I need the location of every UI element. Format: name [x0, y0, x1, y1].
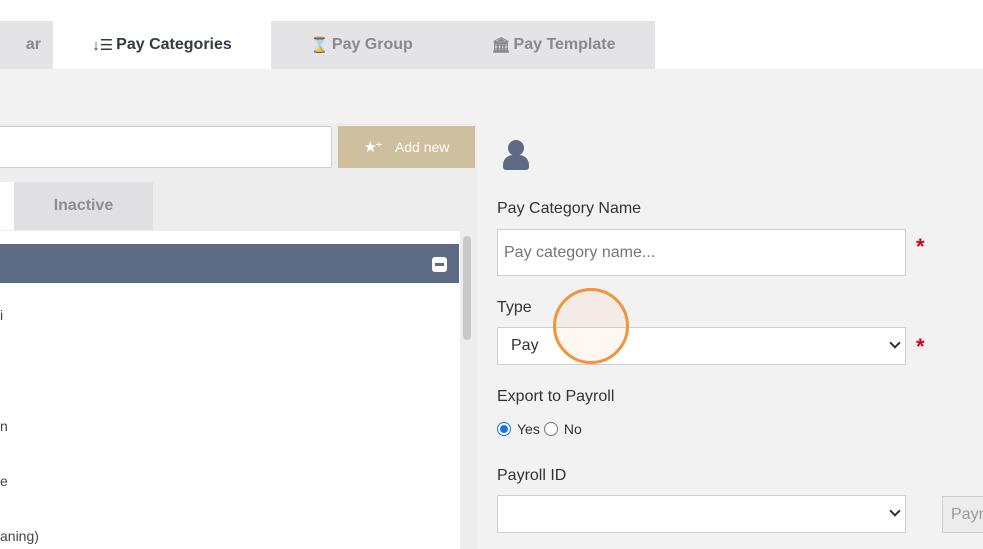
- payroll-id-select[interactable]: [497, 495, 906, 533]
- payroll-button[interactable]: Payroll: [942, 496, 983, 533]
- chevron-down-icon: [889, 505, 901, 517]
- collapse-icon[interactable]: [432, 257, 447, 272]
- export-no-label: No: [563, 421, 582, 437]
- bank-icon: 🏛: [491, 37, 511, 54]
- export-yes-label: Yes: [517, 421, 540, 437]
- toolbar-band: [0, 69, 983, 123]
- type-label: Type: [497, 299, 532, 316]
- chevron-down-icon: [889, 337, 901, 349]
- group-header[interactable]: [0, 244, 459, 283]
- tab-pay-categories[interactable]: ↓☰ Pay Categories: [53, 21, 271, 69]
- tab-inactive[interactable]: Inactive: [14, 182, 153, 230]
- tab-pay-categories-label: Pay Categories: [116, 36, 232, 53]
- tab-inactive-label: Inactive: [53, 197, 114, 214]
- type-select-value: Pay: [511, 337, 539, 354]
- list-item[interactable]: n: [0, 418, 8, 434]
- page: ar ↓☰ Pay Categories ⌛ Pay Group 🏛 Pay T…: [0, 0, 983, 549]
- list-item[interactable]: e: [0, 473, 8, 489]
- export-radio-group: Yes No: [497, 421, 586, 437]
- add-new-button[interactable]: ★⁺ Add new: [338, 126, 475, 168]
- search-input[interactable]: [0, 126, 332, 168]
- required-marker: *: [916, 334, 925, 359]
- payroll-button-label: Payroll: [951, 505, 983, 523]
- required-marker: *: [916, 234, 925, 259]
- add-new-label: Add new: [394, 139, 450, 155]
- list-item[interactable]: i: [0, 307, 3, 323]
- pay-category-name-input[interactable]: [497, 229, 906, 276]
- export-yes-radio[interactable]: [497, 422, 511, 436]
- hourglass-icon: ⌛: [310, 37, 329, 54]
- user-icon: [501, 140, 531, 170]
- tab-bar: ar ↓☰ Pay Categories ⌛ Pay Group 🏛 Pay T…: [0, 0, 983, 69]
- tab-calendar-label: ar: [25, 36, 41, 53]
- cursor-highlight: [553, 288, 629, 364]
- tab-pay-group[interactable]: ⌛ Pay Group: [271, 21, 452, 69]
- sort-icon: ↓☰: [92, 37, 114, 54]
- tab-pay-template-label: Pay Template: [513, 36, 616, 53]
- payroll-id-label: Payroll ID: [497, 467, 567, 484]
- list-item[interactable]: aning): [0, 528, 39, 544]
- scrollbar-thumb[interactable]: [463, 236, 471, 340]
- tab-pay-group-label: Pay Group: [331, 36, 413, 53]
- tab-active[interactable]: [0, 182, 14, 230]
- export-to-payroll-label: Export to Payroll: [497, 388, 615, 405]
- pay-category-name-label: Pay Category Name: [497, 200, 642, 217]
- tab-calendar[interactable]: ar: [0, 21, 53, 69]
- export-no-radio[interactable]: [543, 422, 558, 436]
- tab-pay-template[interactable]: 🏛 Pay Template: [452, 21, 655, 69]
- star-plus-icon: ★⁺: [363, 139, 383, 156]
